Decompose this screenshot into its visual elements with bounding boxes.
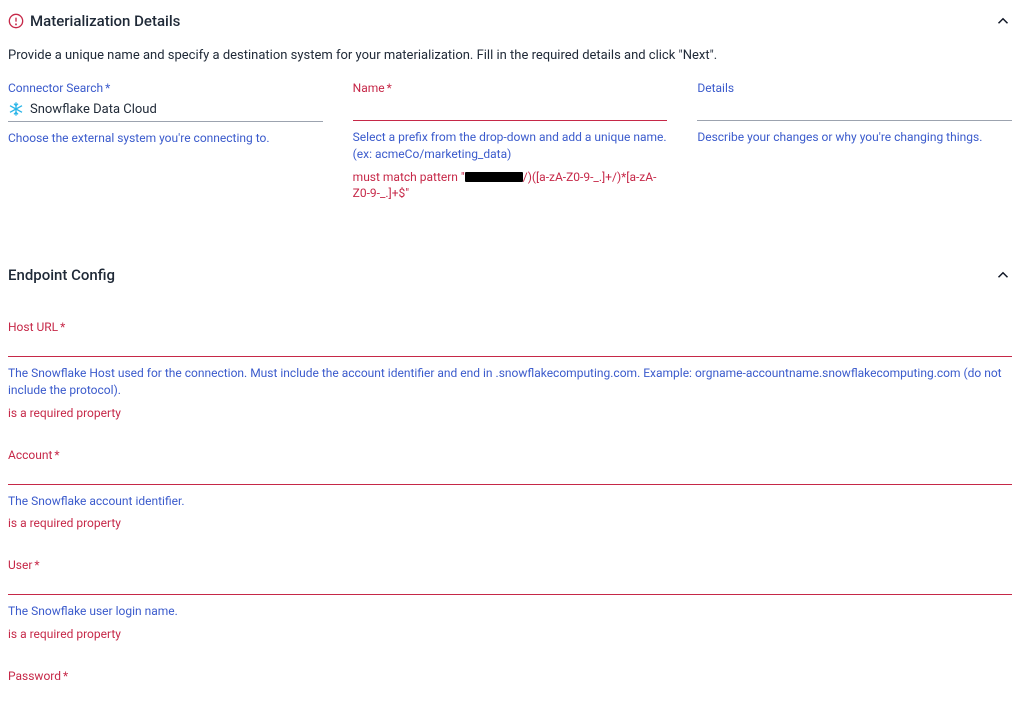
account-error: is a required property — [8, 515, 1012, 532]
chevron-up-icon[interactable] — [994, 266, 1012, 284]
account-help: The Snowflake account identifier. — [8, 493, 1012, 510]
connector-field: Connector Search* Snowflake Data Cloud C… — [8, 81, 323, 147]
user-input[interactable] — [8, 574, 1012, 595]
user-text-input[interactable] — [8, 576, 1012, 591]
details-input[interactable] — [697, 97, 1012, 121]
connector-value: Snowflake Data Cloud — [30, 102, 157, 117]
host-url-input[interactable] — [8, 336, 1012, 357]
account-label: Account* — [8, 448, 1012, 462]
chevron-up-icon[interactable] — [994, 12, 1012, 30]
password-label: Password* — [8, 669, 1012, 683]
details-text-input[interactable] — [697, 101, 1012, 116]
redacted-block — [465, 172, 523, 182]
warning-icon — [8, 13, 24, 29]
host-url-error: is a required property — [8, 405, 1012, 422]
user-help: The Snowflake user login name. — [8, 603, 1012, 620]
name-text-input[interactable] — [353, 101, 668, 116]
user-error: is a required property — [8, 626, 1012, 643]
account-field: Account* The Snowflake account identifie… — [8, 448, 1012, 533]
host-url-text-input[interactable] — [8, 338, 1012, 353]
endpoint-title: Endpoint Config — [8, 266, 115, 284]
name-label: Name* — [353, 81, 668, 95]
materialization-details-header[interactable]: Materialization Details — [8, 8, 1012, 40]
host-url-field: Host URL* The Snowflake Host used for th… — [8, 320, 1012, 421]
name-field: Name* Select a prefix from the drop-down… — [353, 81, 668, 202]
section-title: Materialization Details — [30, 12, 180, 30]
host-url-label: Host URL* — [8, 320, 1012, 334]
connector-label: Connector Search* — [8, 81, 323, 95]
details-label: Details — [697, 81, 1012, 95]
password-field: Password* — [8, 669, 1012, 683]
connector-help: Choose the external system you're connec… — [8, 130, 323, 147]
endpoint-config-header[interactable]: Endpoint Config — [8, 262, 1012, 294]
user-field: User* The Snowflake user login name. is … — [8, 558, 1012, 643]
name-help: Select a prefix from the drop-down and a… — [353, 129, 668, 163]
details-field: Details Describe your changes or why you… — [697, 81, 1012, 146]
connector-input[interactable]: Snowflake Data Cloud — [8, 97, 323, 122]
host-url-help: The Snowflake Host used for the connecti… — [8, 365, 1012, 399]
snowflake-icon — [8, 101, 24, 117]
user-label: User* — [8, 558, 1012, 572]
name-error: must match pattern "/)([a-zA-Z0-9-_.]+/)… — [353, 169, 668, 203]
details-help: Describe your changes or why you're chan… — [697, 129, 1012, 146]
name-input[interactable] — [353, 97, 668, 121]
section-description: Provide a unique name and specify a dest… — [8, 48, 1012, 63]
account-text-input[interactable] — [8, 466, 1012, 481]
account-input[interactable] — [8, 464, 1012, 485]
